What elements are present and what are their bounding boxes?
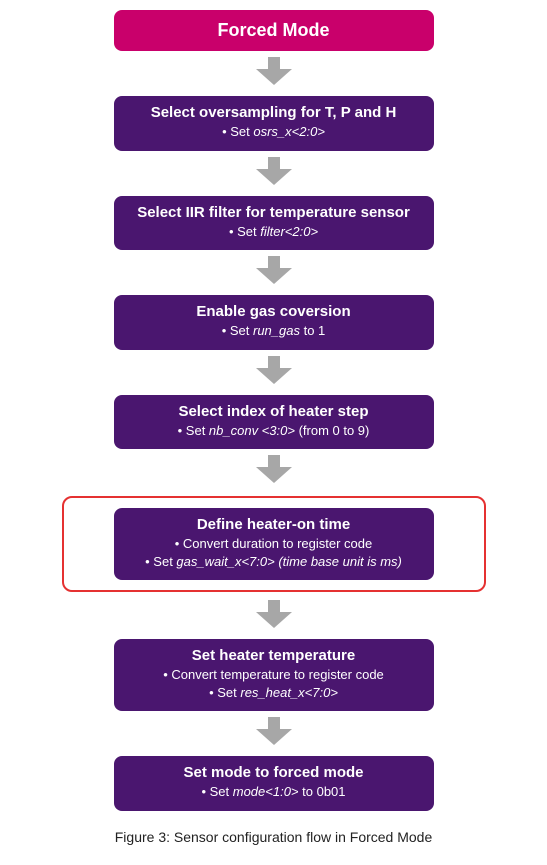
arrow-down-icon bbox=[256, 356, 292, 389]
flowchart: Forced Mode Select oversampling for T, P… bbox=[0, 10, 547, 811]
step-line: • Set filter<2:0> bbox=[126, 223, 422, 241]
step-title: Set mode to forced mode bbox=[126, 764, 422, 781]
arrow-down-icon bbox=[256, 717, 292, 750]
arrow-down-icon bbox=[256, 256, 292, 289]
step-line: • Set gas_wait_x<7:0> (time base unit is… bbox=[126, 553, 422, 571]
step-line: • Set run_gas to 1 bbox=[126, 322, 422, 340]
step-title: Define heater-on time bbox=[126, 516, 422, 533]
header-box: Forced Mode bbox=[114, 10, 434, 51]
arrow-down-icon bbox=[256, 57, 292, 90]
header-title: Forced Mode bbox=[217, 20, 329, 40]
step-oversampling: Select oversampling for T, P and H • Set… bbox=[114, 96, 434, 151]
step-heater-index: Select index of heater step • Set nb_con… bbox=[114, 395, 434, 450]
figure-caption: Figure 3: Sensor configuration flow in F… bbox=[0, 829, 547, 845]
step-title: Enable gas coversion bbox=[126, 303, 422, 320]
step-heater-temperature: Set heater temperature • Convert tempera… bbox=[114, 639, 434, 711]
step-title: Set heater temperature bbox=[126, 647, 422, 664]
arrow-down-icon bbox=[256, 157, 292, 190]
step-title: Select index of heater step bbox=[126, 403, 422, 420]
step-line: • Set mode<1:0> to 0b01 bbox=[126, 783, 422, 801]
arrow-down-icon bbox=[256, 600, 292, 633]
step-enable-gas: Enable gas coversion • Set run_gas to 1 bbox=[114, 295, 434, 350]
highlighted-step: Define heater-on time • Convert duration… bbox=[62, 496, 486, 592]
step-iir-filter: Select IIR filter for temperature sensor… bbox=[114, 196, 434, 251]
step-title: Select IIR filter for temperature sensor bbox=[126, 204, 422, 221]
arrow-down-icon bbox=[256, 455, 292, 488]
step-line: • Set res_heat_x<7:0> bbox=[126, 684, 422, 702]
step-line: • Convert duration to register code bbox=[126, 535, 422, 553]
step-set-mode: Set mode to forced mode • Set mode<1:0> … bbox=[114, 756, 434, 811]
step-line: • Convert temperature to register code bbox=[126, 666, 422, 684]
step-title: Select oversampling for T, P and H bbox=[126, 104, 422, 121]
step-line: • Set nb_conv <3:0> (from 0 to 9) bbox=[126, 422, 422, 440]
step-heater-on-time: Define heater-on time • Convert duration… bbox=[114, 508, 434, 580]
step-line: • Set osrs_x<2:0> bbox=[126, 123, 422, 141]
